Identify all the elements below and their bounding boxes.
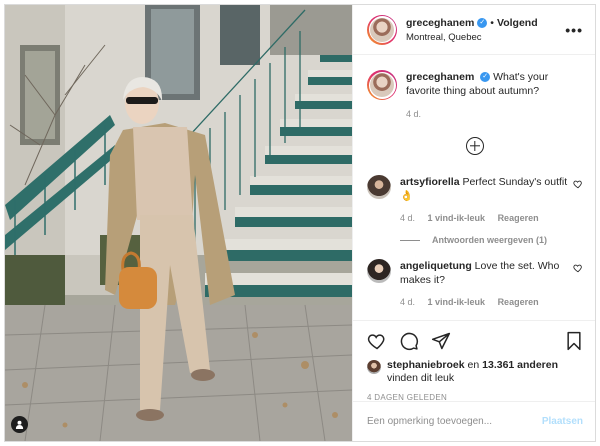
comment-bubble-icon[interactable] — [399, 331, 419, 351]
liker-username[interactable]: stephaniebroek — [387, 359, 465, 371]
commenter-avatar[interactable] — [367, 259, 391, 283]
author-username[interactable]: greceghanem — [406, 17, 474, 29]
liker-avatar[interactable] — [367, 360, 381, 374]
like-heart-icon[interactable] — [367, 331, 387, 351]
author-avatar[interactable] — [367, 14, 397, 45]
save-bookmark-icon[interactable] — [565, 331, 583, 351]
post-caption: greceghanem ✓ What's your favorite thing… — [367, 70, 583, 121]
comment-item: artsyfiorella Perfect Sunday's outfit 👌 … — [367, 175, 583, 225]
caption-author-avatar[interactable] — [367, 70, 397, 100]
reply-button[interactable]: Reageren — [498, 213, 539, 223]
likes-suffix: vinden dit leuk — [387, 372, 455, 384]
likes-connector: en — [467, 359, 480, 371]
comment-likes-count[interactable]: 1 vind-ik-leuk — [428, 297, 486, 307]
load-more-comments-button[interactable] — [367, 137, 583, 155]
post-photo[interactable] — [5, 5, 352, 441]
replies-divider — [400, 239, 420, 241]
caption-username[interactable]: greceghanem — [406, 71, 474, 83]
post-sidebar: greceghanem ✓ • Volgend Montreal, Quebec… — [352, 5, 595, 441]
like-comment-heart-icon[interactable] — [573, 179, 583, 189]
comment-input[interactable] — [367, 416, 542, 427]
action-bar — [367, 329, 583, 353]
comment-item: angeliquetung Love the set. Who makes it… — [367, 259, 583, 309]
tagged-user-icon[interactable] — [11, 416, 28, 433]
separator-dot: • — [490, 16, 494, 29]
comment-time: 4 d. — [400, 297, 416, 307]
add-comment-bar: Plaatsen — [353, 401, 595, 441]
plus-circle-icon — [466, 137, 484, 155]
like-comment-heart-icon[interactable] — [573, 263, 583, 273]
comment-time: 4 d. — [400, 213, 416, 223]
post-location[interactable]: Montreal, Quebec — [406, 32, 565, 43]
post-header: greceghanem ✓ • Volgend Montreal, Quebec… — [353, 5, 595, 55]
verified-badge-icon: ✓ — [480, 72, 491, 83]
post-comment-button[interactable]: Plaatsen — [542, 416, 583, 427]
view-replies-button[interactable]: Antwoorden weergeven (1) — [400, 235, 583, 245]
share-paper-plane-icon[interactable] — [431, 331, 451, 351]
likes-summary: stephaniebroek en 13.361 anderen vinden … — [367, 359, 583, 385]
likes-count[interactable]: 13.361 anderen — [482, 359, 558, 371]
post-actions-area: stephaniebroek en 13.361 anderen vinden … — [353, 320, 595, 402]
photo-illustration — [5, 5, 352, 441]
comments-section: greceghanem ✓ What's your favorite thing… — [353, 56, 595, 320]
instagram-post-window: greceghanem ✓ • Volgend Montreal, Quebec… — [4, 4, 596, 442]
verified-badge-icon: ✓ — [477, 17, 488, 28]
follow-button[interactable]: Volgend — [497, 17, 538, 29]
comment-username[interactable]: artsyfiorella — [400, 176, 460, 188]
comment-username[interactable]: angeliquetung — [400, 260, 472, 272]
commenter-avatar[interactable] — [367, 175, 391, 199]
more-options-icon[interactable]: ••• — [565, 22, 583, 38]
view-replies-label: Antwoorden weergeven (1) — [432, 235, 548, 245]
caption-time: 4 d. — [406, 109, 422, 119]
reply-button[interactable]: Reageren — [498, 297, 539, 307]
comment-likes-count[interactable]: 1 vind-ik-leuk — [428, 213, 486, 223]
